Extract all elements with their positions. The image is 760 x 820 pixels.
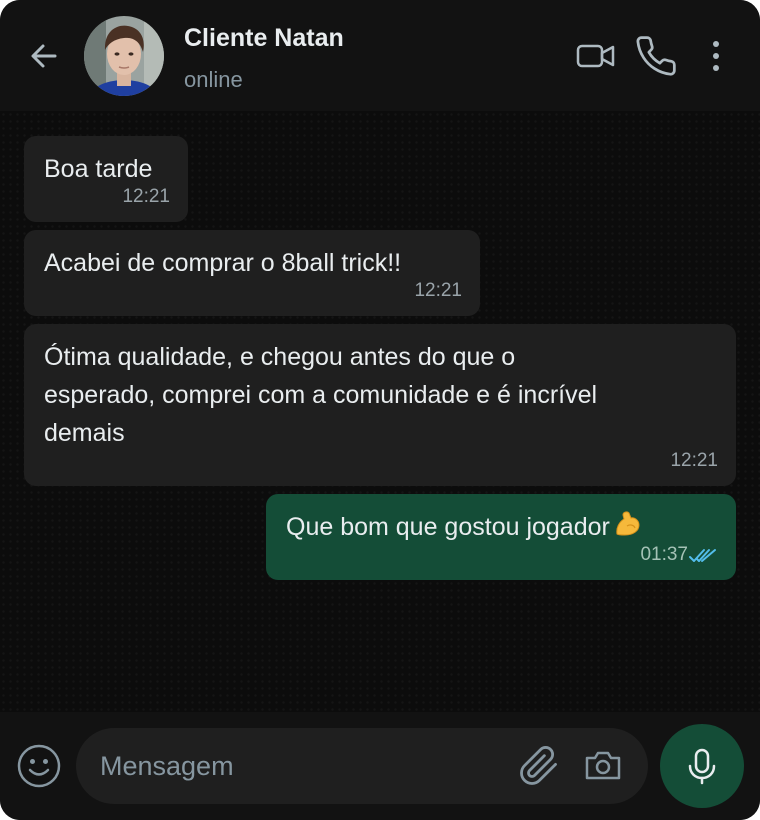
message-time: 12:21 — [414, 280, 462, 301]
message-input-container — [76, 728, 648, 804]
message-time: 01:37 — [640, 544, 688, 565]
message-text-line-2: esperado, comprei com a comunidade e é i… — [44, 381, 598, 409]
message-bubble-incoming[interactable]: Boa tarde 12:21 — [24, 136, 188, 222]
message-time: 12:21 — [122, 186, 170, 207]
message-bubble-incoming[interactable]: Acabei de comprar o 8ball trick!! 12:21 — [24, 230, 480, 316]
message-list[interactable]: Boa tarde 12:21 Acabei de comprar o 8bal… — [0, 111, 760, 712]
message-text: Boa tarde — [44, 155, 153, 183]
camera-icon[interactable] — [582, 745, 624, 787]
message-text-row: Que bom que gostou jogador — [286, 508, 642, 549]
mic-icon — [688, 748, 716, 785]
contact-avatar[interactable] — [84, 16, 164, 96]
chat-header: Cliente Natan online — [0, 0, 760, 111]
message-text-line-1: Ótima qualidade, e chegou antes do que o — [44, 343, 516, 371]
contact-name[interactable]: Cliente Natan — [184, 24, 344, 53]
back-arrow-icon[interactable] — [22, 34, 66, 78]
more-vert-icon[interactable] — [694, 34, 738, 78]
message-text: Acabei de comprar o 8ball trick!! — [44, 249, 402, 277]
message-bubble-incoming[interactable]: Ótima qualidade, e chegou antes do que o… — [24, 324, 736, 486]
contact-status: online — [184, 67, 243, 92]
flexed-biceps-emoji — [614, 510, 642, 549]
phone-icon[interactable] — [634, 34, 678, 78]
mic-button[interactable] — [660, 724, 744, 808]
video-call-icon[interactable] — [574, 34, 618, 78]
message-text-line-3: demais — [44, 419, 125, 447]
message-input[interactable] — [100, 746, 520, 786]
chat-window: Cliente Natan online Boa tarde 12:21 Aca… — [0, 0, 760, 820]
message-time: 12:21 — [670, 450, 718, 471]
read-receipt-icon — [688, 547, 718, 565]
attach-icon[interactable] — [518, 745, 560, 787]
message-composer — [0, 712, 760, 820]
emoji-icon[interactable] — [16, 743, 62, 789]
message-bubble-outgoing[interactable]: Que bom que gostou jogador 01:37 — [266, 494, 736, 580]
message-text: Que bom que gostou jogador — [286, 513, 610, 541]
